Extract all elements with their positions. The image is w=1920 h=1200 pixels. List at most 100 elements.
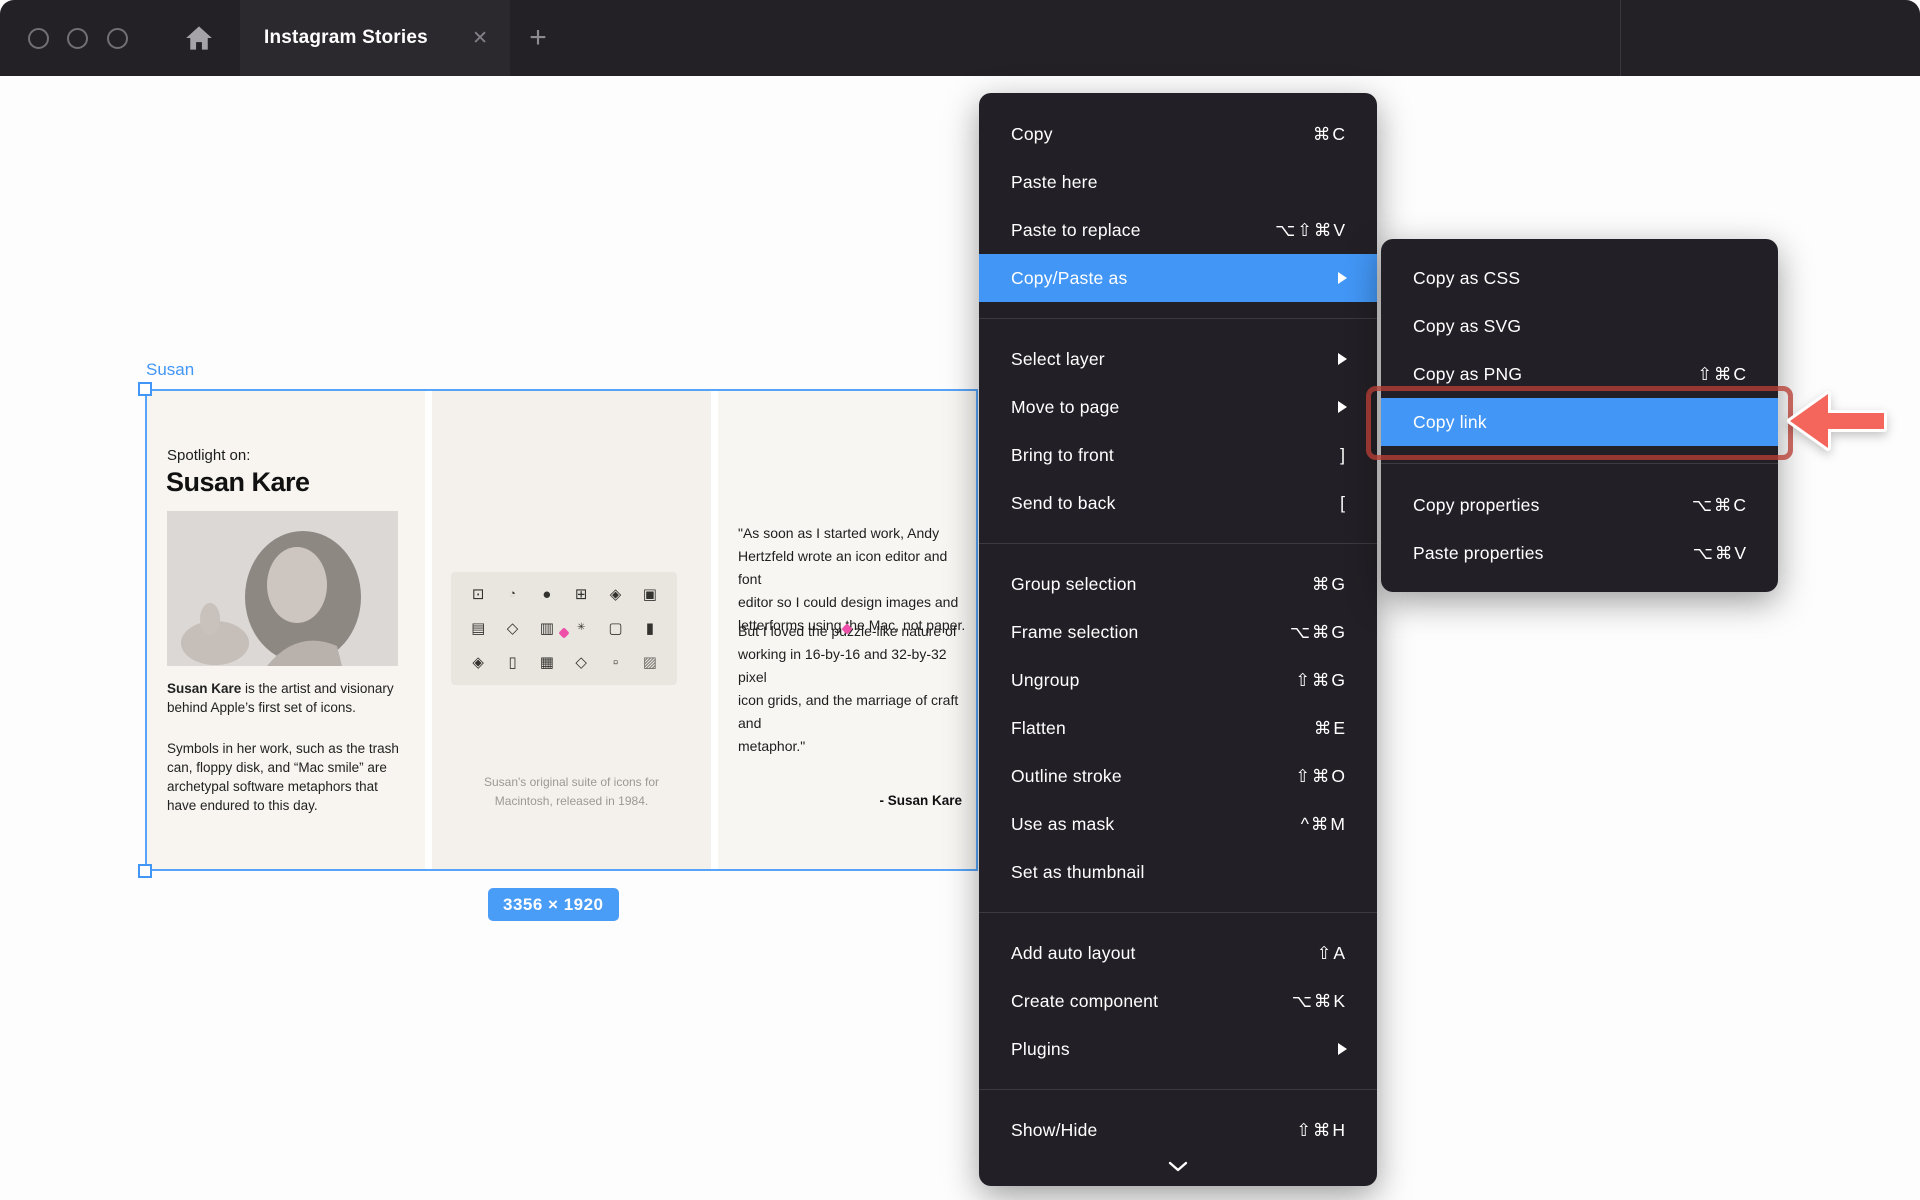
menu-item-outline-stroke[interactable]: Outline stroke ⇧⌘O bbox=[979, 752, 1377, 800]
folder-arrow-icon: ◇ bbox=[507, 621, 519, 636]
submenu-item-copy-as-png[interactable]: Copy as PNG ⇧⌘C bbox=[1381, 350, 1778, 398]
shortcut-label: ⌘E bbox=[1314, 718, 1347, 739]
submenu-item-copy-as-svg[interactable]: Copy as SVG bbox=[1381, 302, 1778, 350]
window-close-button[interactable] bbox=[28, 28, 49, 49]
bomb-icon: ● bbox=[542, 587, 551, 602]
card-title: Susan Kare bbox=[166, 467, 310, 498]
figma-window: Instagram Stories ✕ + Susan Spotlight on… bbox=[0, 0, 1920, 1200]
shortcut-label: ⇧A bbox=[1317, 943, 1347, 964]
shortcut-label: ⌥⌘V bbox=[1693, 543, 1748, 564]
quote-attribution: - Susan Kare bbox=[879, 793, 962, 808]
watch-icon: ◔ bbox=[509, 589, 516, 600]
icons-caption: Susan's original suite of icons for Maci… bbox=[432, 773, 711, 810]
menu-separator bbox=[979, 1089, 1377, 1090]
submenu-item-copy-properties[interactable]: Copy properties ⌥⌘C bbox=[1381, 481, 1778, 529]
context-menu: Copy ⌘C Paste here Paste to replace ⌥⇧⌘V… bbox=[979, 93, 1377, 1186]
card-paragraph: Susan Kare is the artist and visionary b… bbox=[167, 679, 407, 717]
chevron-down-icon bbox=[1167, 1161, 1189, 1173]
text-document-icon: ▤ bbox=[471, 621, 485, 636]
menu-item-plugins[interactable]: Plugins bbox=[979, 1025, 1377, 1073]
submenu-item-copy-link[interactable]: Copy link bbox=[1381, 398, 1778, 446]
menu-item-create-component[interactable]: Create component ⌥⌘K bbox=[979, 977, 1377, 1025]
disk-arrow-icon: ◈ bbox=[610, 587, 622, 602]
menu-separator bbox=[979, 543, 1377, 544]
shortcut-label: [ bbox=[1340, 493, 1347, 514]
menu-separator bbox=[979, 912, 1377, 913]
shortcut-label: ⇧⌘C bbox=[1697, 364, 1748, 385]
menu-item-bring-to-front[interactable]: Bring to front ] bbox=[979, 431, 1377, 479]
window-zoom-button[interactable] bbox=[107, 28, 128, 49]
diamond-doc-icon: ◈ bbox=[472, 655, 484, 670]
menu-item-copy-paste-as[interactable]: Copy/Paste as bbox=[979, 254, 1377, 302]
shortcut-label: ⇧⌘G bbox=[1295, 670, 1347, 691]
menu-separator bbox=[979, 318, 1377, 319]
trash-can-icon: ▥ bbox=[540, 621, 554, 636]
home-icon bbox=[185, 25, 213, 51]
menu-item-group-selection[interactable]: Group selection ⌘G bbox=[979, 560, 1377, 608]
classic-mac-icon: ⊡ bbox=[472, 587, 485, 602]
mac-screen-icon: ▢ bbox=[608, 621, 622, 636]
diamond-arrow-icon: ◇ bbox=[575, 655, 587, 670]
menu-item-flatten[interactable]: Flatten ⌘E bbox=[979, 704, 1377, 752]
quote-paragraph: But I loved the puzzle-like nature of wo… bbox=[738, 620, 970, 758]
plus-icon: + bbox=[529, 21, 547, 55]
topbar-divider bbox=[1620, 0, 1621, 76]
menu-item-paste-here[interactable]: Paste here bbox=[979, 158, 1377, 206]
shortcut-label: ] bbox=[1340, 445, 1347, 466]
selection-size-badge: 3356 × 1920 bbox=[488, 888, 619, 921]
paint-can-icon: ▮ bbox=[646, 621, 654, 636]
bold-lead: Susan Kare bbox=[167, 681, 241, 696]
shortcut-label: ⌥⌘K bbox=[1292, 991, 1347, 1012]
story-card-intro[interactable]: Spotlight on: Susan Kare Susan Kare is t… bbox=[147, 391, 425, 869]
home-button[interactable] bbox=[182, 22, 216, 54]
story-card-icons[interactable]: ⊡ ◔ ● ⊞ ◈ ▣ ▤ ◇ ▥ ✳ ▢ ▮ ◈ ▯ ▦ ◇ ▫ bbox=[432, 391, 711, 869]
menu-item-set-as-thumbnail[interactable]: Set as thumbnail bbox=[979, 848, 1377, 896]
asterisk-icon: ✳ bbox=[577, 623, 585, 633]
susan-kare-photo bbox=[167, 511, 398, 666]
submenu-arrow-icon bbox=[1338, 1043, 1347, 1055]
menu-item-use-as-mask[interactable]: Use as mask ^⌘M bbox=[979, 800, 1377, 848]
shortcut-label: ⌘C bbox=[1313, 124, 1347, 145]
copy-paste-as-submenu: Copy as CSS Copy as SVG Copy as PNG ⇧⌘C … bbox=[1381, 239, 1778, 592]
menu-scroll-down[interactable] bbox=[979, 1154, 1377, 1180]
tab-title: Instagram Stories bbox=[264, 27, 428, 49]
briefcase-icon: ⊞ bbox=[575, 587, 588, 602]
submenu-item-copy-as-css[interactable]: Copy as CSS bbox=[1381, 254, 1778, 302]
menu-item-send-to-back[interactable]: Send to back [ bbox=[979, 479, 1377, 527]
shortcut-label: ⇧⌘H bbox=[1296, 1120, 1347, 1141]
clipboard-stack-icon: ▦ bbox=[540, 655, 554, 670]
submenu-arrow-icon bbox=[1338, 401, 1347, 413]
shortcut-label: ⌥⌘C bbox=[1692, 495, 1748, 516]
small-doc-icon: ▫ bbox=[613, 655, 618, 670]
menu-item-show-hide[interactable]: Show/Hide ⇧⌘H bbox=[979, 1106, 1377, 1154]
top-bar: Instagram Stories ✕ + bbox=[0, 0, 1920, 76]
submenu-arrow-icon bbox=[1338, 272, 1347, 284]
shortcut-label: ⌥⌘G bbox=[1290, 622, 1347, 643]
menu-item-frame-selection[interactable]: Frame selection ⌥⌘G bbox=[979, 608, 1377, 656]
frame-name-label[interactable]: Susan bbox=[146, 360, 194, 380]
menu-separator bbox=[1381, 463, 1778, 464]
shortcut-label: ^⌘M bbox=[1301, 814, 1347, 835]
shortcut-label: ⇧⌘O bbox=[1295, 766, 1347, 787]
menu-item-select-layer[interactable]: Select layer bbox=[979, 335, 1377, 383]
submenu-item-paste-properties[interactable]: Paste properties ⌥⌘V bbox=[1381, 529, 1778, 577]
menu-item-paste-to-replace[interactable]: Paste to replace ⌥⇧⌘V bbox=[979, 206, 1377, 254]
menu-item-ungroup[interactable]: Ungroup ⇧⌘G bbox=[979, 656, 1377, 704]
selection-handle-top-left[interactable] bbox=[138, 382, 152, 396]
selection-handle-bottom-left[interactable] bbox=[138, 864, 152, 878]
menu-item-add-auto-layout[interactable]: Add auto layout ⇧A bbox=[979, 929, 1377, 977]
tab-instagram-stories[interactable]: Instagram Stories ✕ bbox=[240, 0, 510, 76]
layered-sheets-icon: ▨ bbox=[643, 655, 657, 670]
menu-item-copy[interactable]: Copy ⌘C bbox=[979, 110, 1377, 158]
shortcut-label: ⌘G bbox=[1312, 574, 1347, 595]
spotlight-label: Spotlight on: bbox=[167, 447, 250, 464]
menu-item-move-to-page[interactable]: Move to page bbox=[979, 383, 1377, 431]
shortcut-label: ⌥⇧⌘V bbox=[1275, 220, 1347, 241]
floppy-disk-icon: ▣ bbox=[643, 587, 657, 602]
tab-close-icon[interactable]: ✕ bbox=[472, 27, 488, 50]
new-tab-button[interactable]: + bbox=[515, 0, 561, 76]
window-minimize-button[interactable] bbox=[67, 28, 88, 49]
card-paragraph: Symbols in her work, such as the trash c… bbox=[167, 739, 399, 815]
submenu-arrow-icon bbox=[1338, 353, 1347, 365]
folded-doc-icon: ▯ bbox=[508, 655, 516, 670]
